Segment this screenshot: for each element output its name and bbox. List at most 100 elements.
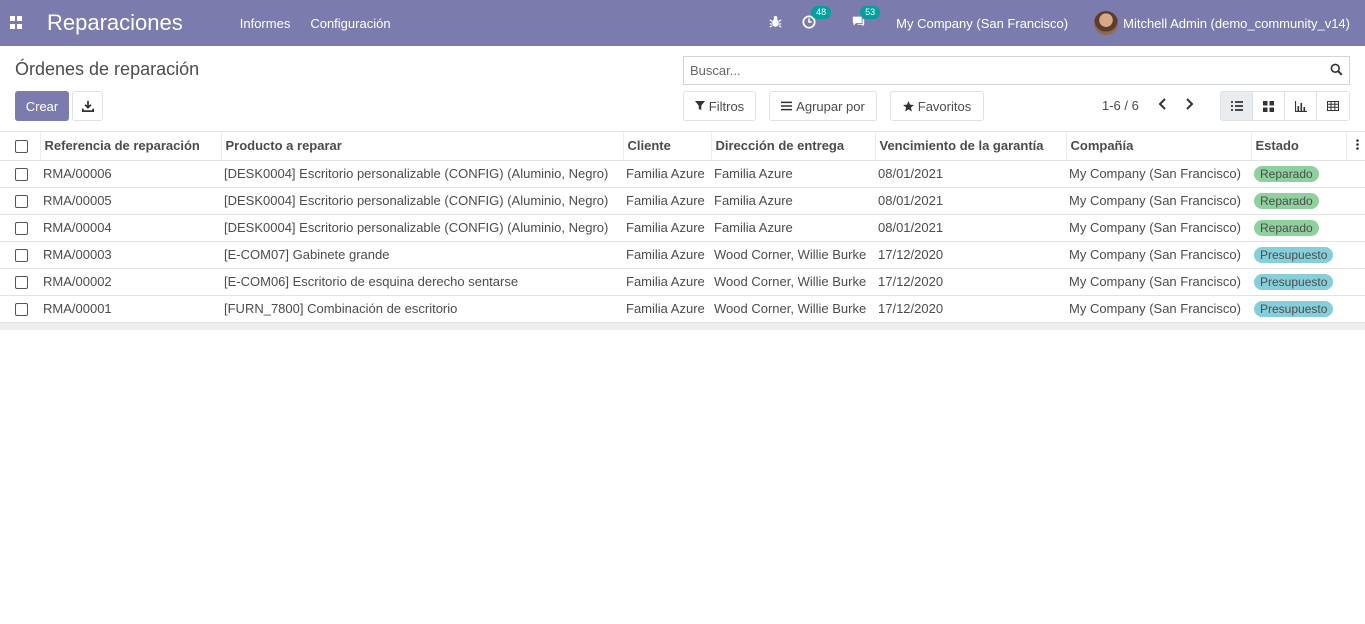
status-badge: Presupuesto xyxy=(1254,300,1334,317)
column-header-product[interactable]: Producto a reparar xyxy=(221,132,624,161)
table-row[interactable]: RMA/00003 [E-COM07] Gabinete grande Famili… xyxy=(0,241,1365,269)
create-button[interactable]: Crear xyxy=(15,91,69,121)
cell-ref: RMA/00005 xyxy=(40,187,221,215)
cell-company: My Company (San Francisco) xyxy=(1066,295,1251,323)
cell-client: Familia Azure xyxy=(623,214,711,242)
status-badge: Presupuesto xyxy=(1254,273,1334,290)
row-checkbox[interactable] xyxy=(15,222,28,236)
column-header-company[interactable]: Compañía xyxy=(1066,132,1252,161)
status-badge: Presupuesto xyxy=(1254,246,1334,263)
cell-ref: RMA/00006 xyxy=(40,160,221,188)
cell-product: [DESK0004] Escritorio personalizable (CO… xyxy=(221,160,623,188)
select-all-checkbox[interactable] xyxy=(15,140,28,154)
view-switcher xyxy=(1220,91,1350,121)
column-header-ref[interactable]: Referencia de reparación xyxy=(40,132,222,161)
page-title: Órdenes de reparación xyxy=(15,59,200,79)
cell-product: [DESK0004] Escritorio personalizable (CO… xyxy=(221,214,623,242)
cell-ref: RMA/00004 xyxy=(40,214,221,242)
filters-button[interactable]: Filtros xyxy=(683,91,756,121)
cell-product: [DESK0004] Escritorio personalizable (CO… xyxy=(221,187,623,215)
cell-company: My Company (San Francisco) xyxy=(1066,268,1251,296)
cell-address: Familia Azure xyxy=(711,187,875,215)
table-row[interactable]: RMA/00006 [DESK0004] Escritorio personali… xyxy=(0,160,1365,188)
cell-company: My Company (San Francisco) xyxy=(1066,187,1251,215)
cell-warranty: 08/01/2021 xyxy=(875,214,1066,242)
pager-value[interactable]: 1-6 / 6 xyxy=(1102,98,1139,113)
menu-configuracion[interactable]: Configuración xyxy=(310,16,390,31)
cell-status: Reparado xyxy=(1251,187,1346,215)
column-header-client[interactable]: Cliente xyxy=(623,132,712,161)
export-download-button[interactable] xyxy=(72,91,103,121)
search-input[interactable] xyxy=(684,57,1304,84)
search-bar xyxy=(683,56,1350,85)
table-header-row: Referencia de reparación Producto a repa… xyxy=(0,132,1365,161)
cell-client: Familia Azure xyxy=(623,268,711,296)
pager-previous-icon[interactable] xyxy=(1158,98,1167,113)
user-avatar[interactable] xyxy=(1094,11,1119,35)
menu-informes[interactable]: Informes xyxy=(240,16,291,31)
row-checkbox[interactable] xyxy=(15,249,28,263)
debug-bug-icon[interactable] xyxy=(769,15,782,31)
status-badge: Reparado xyxy=(1254,219,1319,236)
row-checkbox-cell[interactable] xyxy=(0,241,40,269)
favorites-label: Favoritos xyxy=(917,98,972,114)
cell-company: My Company (San Francisco) xyxy=(1066,214,1251,242)
apps-menu-icon[interactable] xyxy=(10,16,24,30)
filters-label: Filtros xyxy=(708,98,745,114)
cell-ref: RMA/00001 xyxy=(40,295,221,323)
cell-spacer xyxy=(1346,160,1365,188)
pivot-view-icon[interactable] xyxy=(1317,92,1349,120)
cell-client: Familia Azure xyxy=(623,187,711,215)
favorites-button[interactable]: Favoritos xyxy=(890,91,984,121)
row-checkbox-cell[interactable] xyxy=(0,187,40,215)
column-header-warranty[interactable]: Vencimiento de la garantía xyxy=(875,132,1067,161)
cell-address: Familia Azure xyxy=(711,160,875,188)
row-checkbox-cell[interactable] xyxy=(0,295,40,323)
kanban-view-icon[interactable] xyxy=(1253,92,1285,120)
cell-warranty: 17/12/2020 xyxy=(875,295,1066,323)
messages-chat-icon[interactable]: 53 xyxy=(851,6,881,31)
cell-warranty: 17/12/2020 xyxy=(875,268,1066,296)
cell-status: Presupuesto xyxy=(1251,295,1346,323)
cell-client: Familia Azure xyxy=(623,160,711,188)
cell-address: Wood Corner, Willie Burke xyxy=(711,268,875,296)
bars-icon xyxy=(781,101,793,111)
cell-product: [E-COM06] Escritorio de esquina derecho … xyxy=(221,268,623,296)
cell-status: Presupuesto xyxy=(1251,268,1346,296)
cell-company: My Company (San Francisco) xyxy=(1066,160,1251,188)
filter-funnel-icon xyxy=(694,101,705,111)
user-menu[interactable]: Mitchell Admin (demo_community_v14) xyxy=(1123,16,1350,31)
row-checkbox-cell[interactable] xyxy=(0,214,40,242)
row-checkbox-cell[interactable] xyxy=(0,268,40,296)
pager-next-icon[interactable] xyxy=(1185,98,1194,113)
row-checkbox[interactable] xyxy=(15,276,28,290)
row-checkbox[interactable] xyxy=(15,195,28,209)
cell-client: Familia Azure xyxy=(623,241,711,269)
table-row[interactable]: RMA/00001 [FURN_7800] Combinación de escr… xyxy=(0,295,1365,323)
row-checkbox[interactable] xyxy=(15,303,28,317)
cell-address: Wood Corner, Willie Burke xyxy=(711,295,875,323)
cell-client: Familia Azure xyxy=(623,295,711,323)
table-footer xyxy=(0,322,1365,330)
row-checkbox-cell[interactable] xyxy=(0,160,40,188)
list-view-icon[interactable] xyxy=(1221,92,1253,120)
top-navbar: Reparaciones Informes Configuración 48 5… xyxy=(0,0,1365,46)
optional-columns-icon[interactable] xyxy=(1346,132,1365,161)
row-checkbox[interactable] xyxy=(15,168,28,182)
column-header-address[interactable]: Dirección de entrega xyxy=(711,132,876,161)
status-badge: Reparado xyxy=(1254,165,1319,182)
table-row[interactable]: RMA/00002 [E-COM06] Escritorio de esquina… xyxy=(0,268,1365,296)
cell-status: Reparado xyxy=(1251,214,1346,242)
cell-product: [E-COM07] Gabinete grande xyxy=(221,241,623,269)
app-title[interactable]: Reparaciones xyxy=(47,10,183,36)
table-row[interactable]: RMA/00004 [DESK0004] Escritorio personali… xyxy=(0,214,1365,242)
select-all-checkbox-cell[interactable] xyxy=(0,132,41,161)
table-row[interactable]: RMA/00005 [DESK0004] Escritorio personali… xyxy=(0,187,1365,215)
group-by-button[interactable]: Agrupar por xyxy=(769,91,877,121)
company-switcher[interactable]: My Company (San Francisco) xyxy=(896,16,1068,31)
search-icon[interactable] xyxy=(1330,63,1343,79)
column-header-status[interactable]: Estado xyxy=(1251,132,1347,161)
graph-view-icon[interactable] xyxy=(1285,92,1317,120)
activity-clock-icon[interactable]: 48 xyxy=(802,5,832,32)
cell-warranty: 08/01/2021 xyxy=(875,187,1066,215)
